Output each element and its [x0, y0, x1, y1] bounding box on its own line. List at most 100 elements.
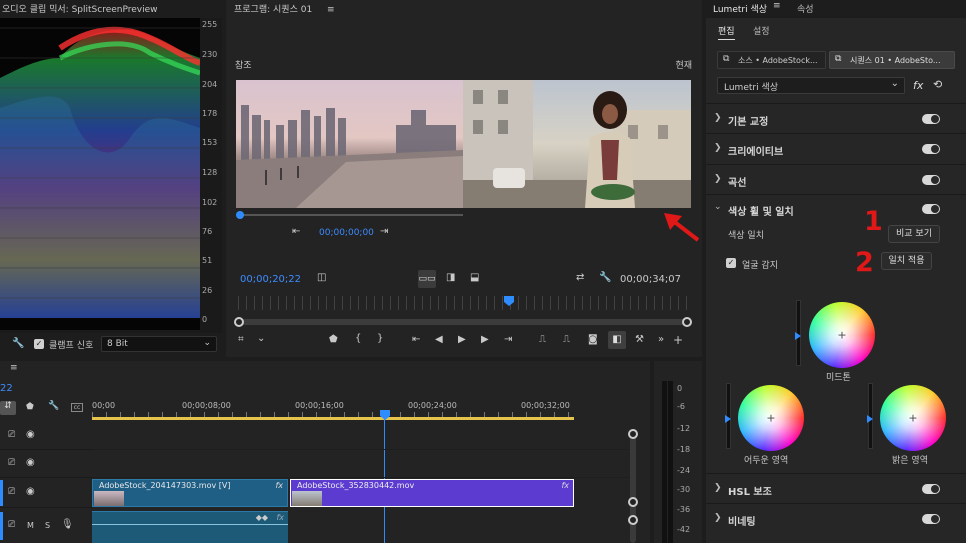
section-toggle[interactable] [922, 514, 940, 524]
section-toggle[interactable] [922, 204, 940, 214]
solo-button[interactable]: S [45, 521, 50, 530]
scroll-handle-left[interactable] [234, 317, 244, 327]
vscroll-handle-top[interactable] [628, 429, 638, 439]
safe-margins-icon[interactable]: ⌗ [238, 334, 244, 345]
section-toggle[interactable] [922, 175, 940, 185]
program-ruler[interactable] [238, 296, 688, 310]
clamp-checkbox[interactable]: ✓ [34, 339, 44, 349]
comparison-view-button[interactable]: 비교 보기 [888, 225, 940, 243]
side-by-side-icon[interactable]: ◨ [446, 272, 455, 283]
section-creative[interactable]: ❯ 크리에이티브 [706, 133, 966, 163]
wrench-icon[interactable]: 🔧 [599, 272, 611, 283]
vscroll-handle-a[interactable] [628, 515, 638, 525]
vscroll-handle-bottom[interactable] [628, 497, 638, 507]
track-output-icon[interactable]: ⎚ [8, 430, 15, 440]
eye-icon[interactable]: ◉ [26, 486, 35, 497]
panel-menu-icon[interactable]: ≡ [773, 1, 781, 11]
chevron-down-icon[interactable]: ⌄ [257, 333, 265, 344]
track-output-icon[interactable]: ⎚ [8, 487, 15, 497]
highlights-slider[interactable] [867, 383, 873, 449]
tab-lumetri[interactable]: Lumetri 색상 [713, 2, 767, 15]
sequence-clip-button[interactable]: ⧉ 시퀀스 01 • AdobeSto... [829, 51, 955, 69]
lift-icon[interactable]: ⎍ [539, 334, 546, 345]
marker-icon[interactable]: ⬟ [329, 334, 338, 345]
camera-icon[interactable]: ◙ [588, 334, 598, 345]
sub-tab-edit[interactable]: 편집 [718, 24, 735, 40]
reference-scrubber[interactable] [238, 214, 463, 216]
timeline-vscroll-track[interactable] [630, 429, 636, 543]
wrench-icon[interactable]: 🔧 [48, 401, 59, 411]
mark-in-icon[interactable]: { [355, 333, 361, 344]
track-target-a1[interactable] [0, 512, 3, 540]
eye-icon[interactable]: ◉ [26, 429, 35, 440]
fx-toggle[interactable]: fx [913, 79, 923, 92]
bit-depth-dropdown[interactable]: 8 Bit ⌄ [101, 336, 217, 352]
video-clip-2[interactable]: AdobeStock_352830442.mov fx [290, 479, 574, 507]
step-forward-frame-icon[interactable]: ▶ [481, 334, 489, 345]
video-clip-1[interactable]: AdobeStock_204147303.mov [V] fx [92, 479, 288, 507]
midtones-slider[interactable] [795, 300, 801, 366]
mute-button[interactable]: M [27, 521, 34, 530]
section-toggle[interactable] [922, 484, 940, 494]
program-scrollbar[interactable] [238, 319, 688, 325]
play-icon[interactable]: ▶ [458, 334, 466, 345]
face-detect-checkbox[interactable]: ✓ [726, 258, 736, 268]
extract-icon[interactable]: ⎍ [563, 334, 570, 345]
mark-out-icon[interactable]: } [377, 333, 383, 344]
panel-menu-icon[interactable]: ≡ [10, 363, 18, 373]
vertical-split-icon[interactable]: ⬓ [470, 272, 479, 283]
reference-timecode[interactable]: 00;00;00;00 [319, 228, 374, 238]
section-curves[interactable]: ❯ 곡선 [706, 164, 966, 194]
eye-icon[interactable]: ◉ [26, 457, 35, 468]
section-basic-correction[interactable]: ❯ 기본 교정 [706, 103, 966, 133]
effect-dropdown[interactable]: Lumetri 색상 ⌄ [717, 77, 905, 94]
highlights-color-wheel[interactable]: + [880, 385, 946, 451]
track-lane-v3[interactable] [92, 422, 630, 450]
section-color-wheels[interactable]: ⌄ 색상 휠 및 일치 [706, 194, 966, 218]
step-forward-icon[interactable]: ⇥ [380, 226, 388, 237]
apply-match-button[interactable]: 일치 적용 [881, 252, 932, 270]
midtones-color-wheel[interactable]: + [809, 302, 875, 368]
add-button-icon[interactable]: + [673, 333, 683, 347]
shadows-slider[interactable] [725, 383, 731, 449]
program-title[interactable]: 프로그램: 시퀀스 01 [234, 5, 312, 15]
section-vignette[interactable]: ❯ 비네팅 [706, 503, 966, 543]
audio-clip-1[interactable]: ◆◆ fx [92, 511, 288, 543]
current-timecode[interactable]: 00;00;20;22 [240, 274, 301, 285]
section-toggle[interactable] [922, 144, 940, 154]
marker-icon[interactable]: ⬟ [26, 402, 34, 412]
track-target-v1[interactable] [0, 480, 3, 506]
captions-icon[interactable]: cc [71, 403, 83, 412]
scope-panel-header[interactable]: 오디오 클립 믹서: SplitScreenPreview [0, 0, 222, 18]
swap-icon[interactable]: ⇄ [576, 272, 584, 283]
sub-tab-settings[interactable]: 설정 [753, 24, 770, 37]
source-clip-button[interactable]: ⧉ 소스 • AdobeStock... [717, 51, 826, 69]
tab-properties[interactable]: 속성 [797, 2, 814, 15]
microphone-icon[interactable]: 🎙 [61, 519, 74, 530]
wrench-icon[interactable]: 🔧 [12, 338, 24, 349]
sequence-icon: ⧉ [835, 54, 842, 64]
work-area-bar[interactable] [92, 417, 574, 420]
go-to-out-icon[interactable]: ⇥ [504, 334, 512, 345]
timeline-timecode[interactable]: 22 [0, 383, 13, 394]
compare-toggle-button[interactable]: ◧ [608, 331, 626, 349]
step-back-frame-icon[interactable]: ◀ [435, 334, 443, 345]
track-output-icon[interactable]: ⎚ [8, 520, 15, 530]
book-icon[interactable]: ◫ [317, 272, 326, 283]
go-to-in-icon[interactable]: ⇤ [412, 334, 420, 345]
timeline-ruler[interactable]: 00;00 00;00;08;00 00;00;16;00 00;00;24;0… [92, 397, 632, 421]
wrench-icon[interactable]: ⚒ [635, 334, 644, 345]
section-hsl-secondary[interactable]: ❯ HSL 보조 [706, 473, 966, 503]
scroll-handle-right[interactable] [682, 317, 692, 327]
track-output-icon[interactable]: ⎚ [8, 458, 15, 468]
panel-menu-icon[interactable]: ≡ [327, 5, 335, 15]
comparison-view-button[interactable]: ▭▭ [418, 270, 436, 288]
reset-icon[interactable]: ⟲ [933, 78, 942, 91]
step-back-icon[interactable]: ⇤ [292, 226, 300, 237]
reference-playhead[interactable] [236, 211, 244, 219]
shadows-color-wheel[interactable]: + [738, 385, 804, 451]
track-lane-v2[interactable] [92, 450, 630, 478]
more-icon[interactable]: » [658, 334, 664, 345]
section-toggle[interactable] [922, 114, 940, 124]
nest-button[interactable]: ⇵ [0, 401, 16, 415]
